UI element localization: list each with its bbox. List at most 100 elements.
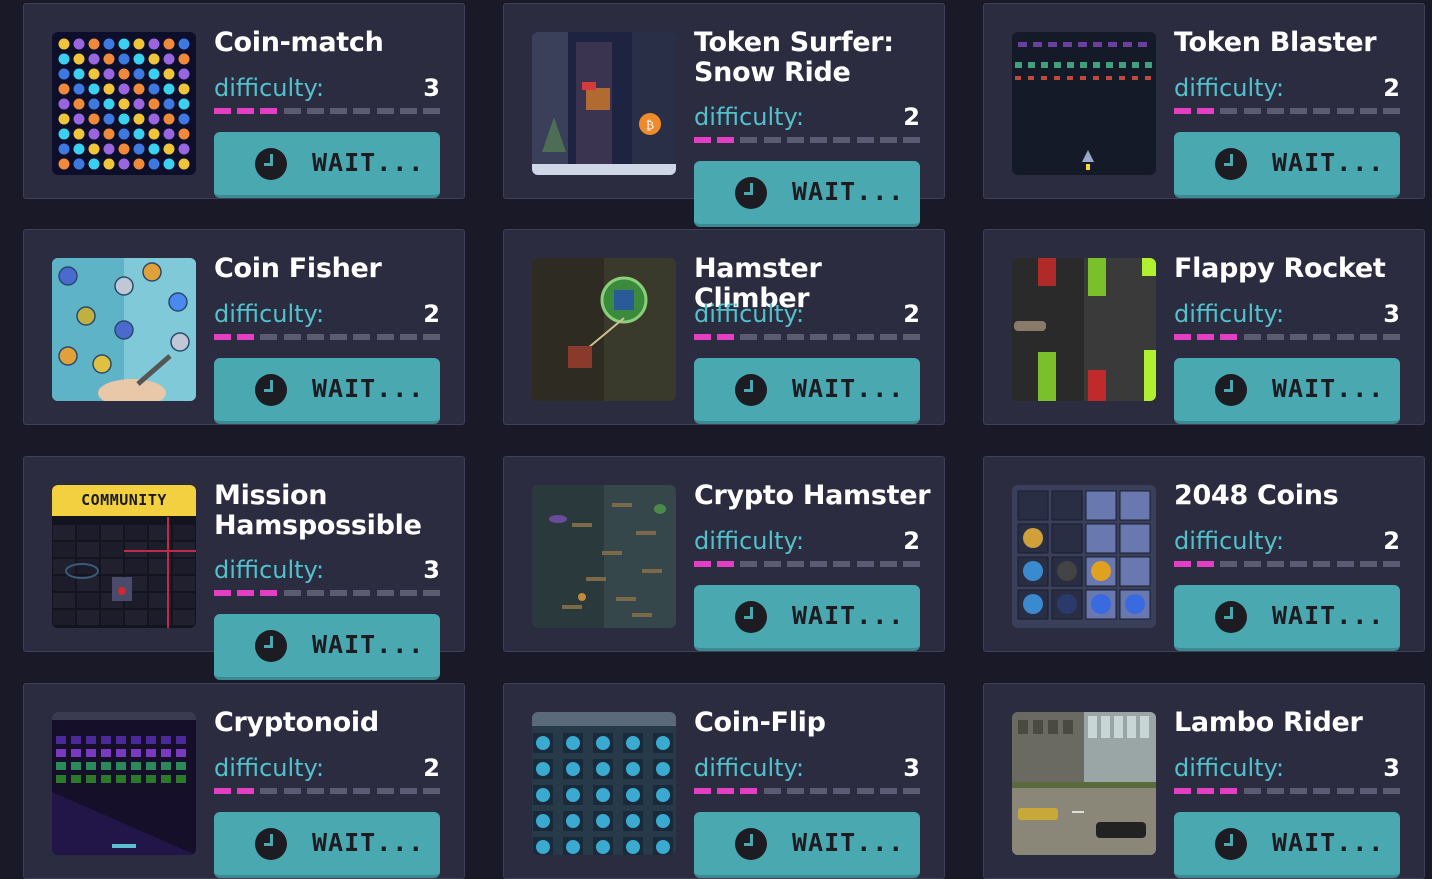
difficulty-segment xyxy=(214,334,231,340)
game-thumbnail[interactable] xyxy=(532,712,676,855)
difficulty-segment xyxy=(1220,334,1238,340)
difficulty-segment xyxy=(306,788,324,794)
wait-button[interactable]: WAIT... xyxy=(1174,132,1400,198)
wait-button[interactable]: WAIT... xyxy=(214,812,440,878)
difficulty-bar xyxy=(214,108,440,114)
difficulty-segment xyxy=(694,788,711,794)
difficulty-segment xyxy=(879,788,897,794)
difficulty-segment xyxy=(1382,561,1400,567)
difficulty-segment xyxy=(1197,108,1215,114)
wait-button[interactable]: WAIT... xyxy=(214,132,440,198)
game-thumbnail[interactable] xyxy=(52,32,196,175)
difficulty-label: difficulty: xyxy=(694,103,805,131)
game-thumbnail[interactable] xyxy=(52,258,196,401)
clock-icon xyxy=(1214,827,1248,861)
difficulty-segment xyxy=(1336,788,1354,794)
difficulty-segment xyxy=(902,137,920,143)
difficulty-segment xyxy=(810,788,828,794)
difficulty-segment xyxy=(330,788,348,794)
difficulty-segment xyxy=(422,108,440,114)
wait-button[interactable]: WAIT... xyxy=(1174,358,1400,424)
difficulty-segment xyxy=(856,334,874,340)
game-title: Flappy Rocket xyxy=(1174,253,1386,284)
wait-button-label: WAIT... xyxy=(792,374,905,403)
wait-button-label: WAIT... xyxy=(792,828,905,857)
difficulty-segment xyxy=(1382,788,1400,794)
difficulty-segment xyxy=(1197,788,1215,794)
game-title: Coin-Flip xyxy=(694,707,826,738)
wait-button[interactable]: WAIT... xyxy=(694,161,920,227)
difficulty-segment xyxy=(763,334,781,340)
difficulty-segment xyxy=(1290,334,1308,340)
game-card[interactable]: Token Blaster difficulty: 2 WAIT... xyxy=(983,3,1425,199)
wait-button-label: WAIT... xyxy=(1272,148,1385,177)
difficulty-bar xyxy=(1174,561,1400,567)
difficulty-segment xyxy=(376,334,394,340)
wait-button[interactable]: WAIT... xyxy=(694,585,920,651)
difficulty-segment xyxy=(786,137,804,143)
difficulty-label: difficulty: xyxy=(694,527,805,555)
clock-icon xyxy=(734,373,768,407)
difficulty-row: difficulty: 2 xyxy=(694,526,920,556)
difficulty-segment xyxy=(237,788,255,794)
difficulty-bar xyxy=(694,334,920,340)
game-thumbnail[interactable] xyxy=(1012,258,1156,401)
difficulty-segment xyxy=(1266,108,1284,114)
game-card[interactable]: COMMUNITY Mission Hamspossible difficult… xyxy=(23,456,465,680)
game-card[interactable]: Flappy Rocket difficulty: 3 WAIT... xyxy=(983,229,1425,425)
game-thumbnail[interactable] xyxy=(532,485,676,628)
difficulty-segment xyxy=(1197,334,1215,340)
difficulty-bar xyxy=(694,788,920,794)
game-thumbnail[interactable]: COMMUNITY xyxy=(52,485,196,628)
difficulty-segment xyxy=(237,108,255,114)
wait-button[interactable]: WAIT... xyxy=(1174,812,1400,878)
game-card[interactable]: Cryptonoid difficulty: 2 WAIT... xyxy=(23,683,465,879)
wait-button[interactable]: WAIT... xyxy=(214,358,440,424)
difficulty-segment xyxy=(833,788,851,794)
difficulty-segment xyxy=(740,788,758,794)
game-card[interactable]: Coin-Flip difficulty: 3 WAIT... xyxy=(503,683,945,879)
difficulty-segment xyxy=(376,108,394,114)
game-card[interactable]: ₿ Token Surfer: Snow Ride difficulty: 2 … xyxy=(503,3,945,227)
game-thumbnail[interactable] xyxy=(52,712,196,855)
game-card[interactable]: 2048 Coins difficulty: 2 WAIT... xyxy=(983,456,1425,652)
game-thumbnail[interactable] xyxy=(1012,712,1156,855)
game-thumbnail[interactable] xyxy=(1012,32,1156,175)
difficulty-segment xyxy=(306,590,324,596)
difficulty-segment xyxy=(1359,561,1377,567)
difficulty-segment xyxy=(810,334,828,340)
game-card[interactable]: Coin-match difficulty: 3 WAIT... xyxy=(23,3,465,199)
difficulty-segment xyxy=(1359,334,1377,340)
game-card[interactable]: Crypto Hamster difficulty: 2 WAIT... xyxy=(503,456,945,652)
difficulty-segment xyxy=(879,137,897,143)
game-card[interactable]: Lambo Rider difficulty: 3 WAIT... xyxy=(983,683,1425,879)
difficulty-segment xyxy=(260,108,278,114)
difficulty-segment xyxy=(1243,108,1261,114)
difficulty-row: difficulty: 3 xyxy=(1174,753,1400,783)
wait-button[interactable]: WAIT... xyxy=(214,614,440,680)
game-card[interactable]: Hamster Climber difficulty: 2 WAIT... xyxy=(503,229,945,425)
difficulty-row: difficulty: 3 xyxy=(1174,299,1400,329)
difficulty-segment xyxy=(399,334,417,340)
game-thumbnail[interactable] xyxy=(1012,485,1156,628)
game-thumbnail[interactable] xyxy=(532,258,676,401)
difficulty-segment xyxy=(260,590,278,596)
wait-button-label: WAIT... xyxy=(312,828,425,857)
wait-button[interactable]: WAIT... xyxy=(694,812,920,878)
game-card[interactable]: Coin Fisher difficulty: 2 WAIT... xyxy=(23,229,465,425)
difficulty-segment xyxy=(1243,561,1261,567)
difficulty-value: 2 xyxy=(1383,527,1400,555)
difficulty-segment xyxy=(283,108,301,114)
difficulty-segment xyxy=(1336,561,1354,567)
game-title: Crypto Hamster xyxy=(694,480,931,511)
wait-button[interactable]: WAIT... xyxy=(694,358,920,424)
difficulty-value: 3 xyxy=(903,754,920,782)
wait-button[interactable]: WAIT... xyxy=(1174,585,1400,651)
difficulty-segment xyxy=(422,788,440,794)
difficulty-segment xyxy=(879,561,897,567)
game-thumbnail[interactable]: ₿ xyxy=(532,32,676,175)
wait-button-label: WAIT... xyxy=(312,148,425,177)
difficulty-segment xyxy=(260,788,278,794)
game-title: Coin Fisher xyxy=(214,253,382,284)
difficulty-segment xyxy=(810,137,828,143)
